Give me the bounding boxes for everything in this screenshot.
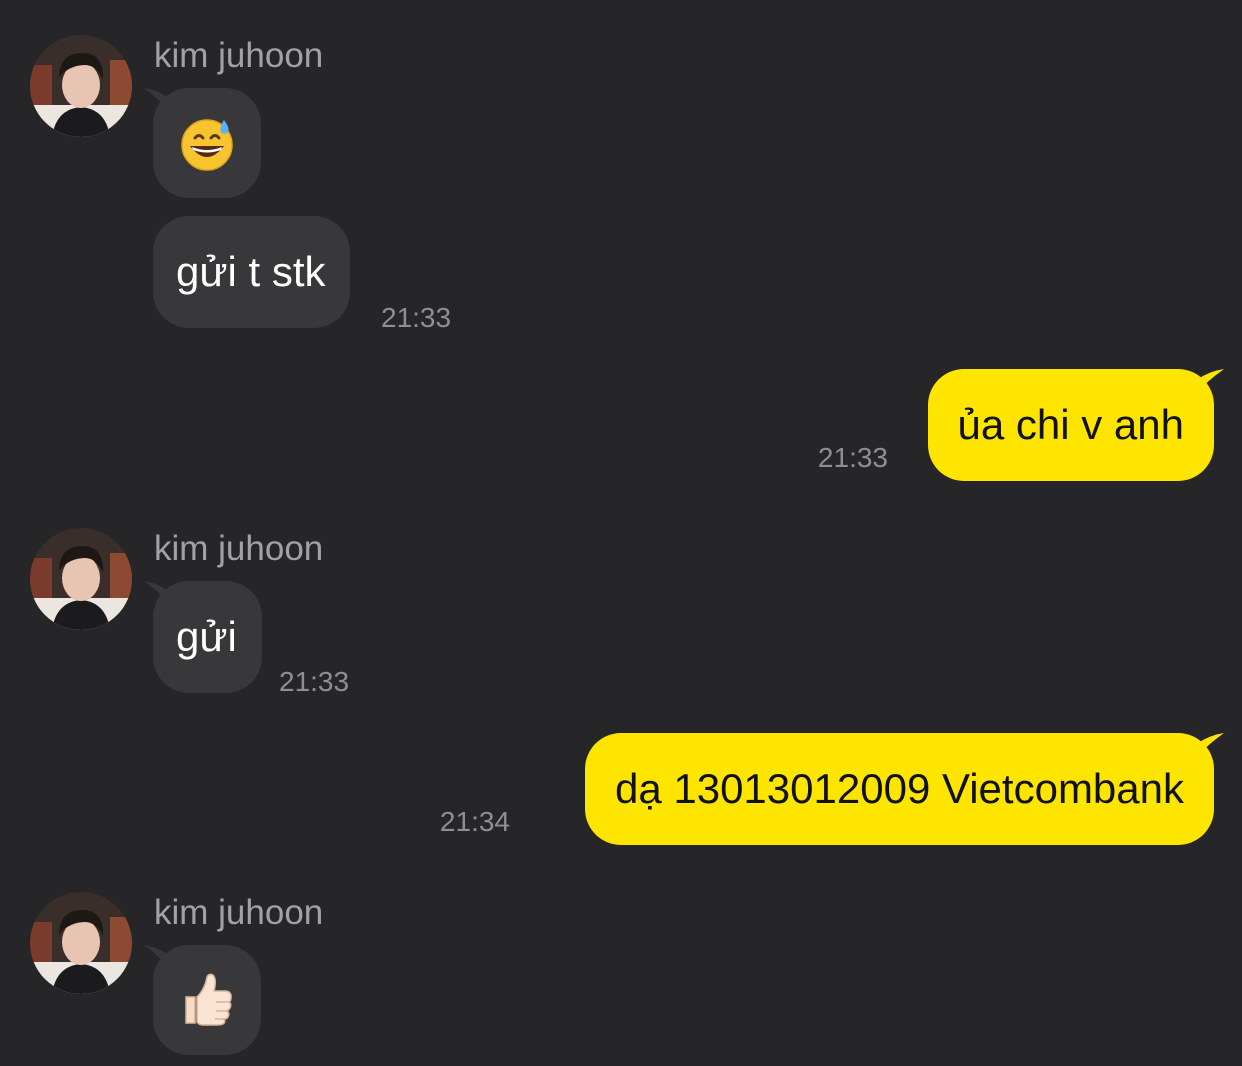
message-text: gửi (176, 613, 237, 660)
message-bubble-emoji[interactable] (153, 88, 261, 198)
avatar[interactable] (30, 892, 132, 994)
message-bubble[interactable]: gửi (153, 581, 262, 693)
message-timestamp: 21:33 (381, 302, 452, 333)
sender-name: kim juhoon (154, 529, 324, 568)
message-bubble[interactable]: dạ 13013012009 Vietcombank (584, 733, 1214, 845)
grinning-sweat-emoji (178, 114, 236, 172)
thumbs-up-emoji (178, 971, 236, 1029)
message-timestamp: 21:33 (817, 442, 888, 473)
message-text: ủa chi v anh (957, 401, 1185, 448)
message-text: dạ 13013012009 Vietcombank (614, 765, 1184, 812)
avatar[interactable] (30, 35, 132, 137)
message-timestamp: 21:34 (439, 806, 510, 837)
avatar-photo (30, 892, 132, 994)
chat-screen: kim juhoon gửi t stk 21:33 ủa chi v anh … (0, 0, 1242, 1066)
avatar[interactable] (30, 528, 132, 630)
avatar-photo (30, 35, 132, 137)
sender-name: kim juhoon (154, 36, 324, 75)
message-bubble[interactable]: gửi t stk (153, 216, 351, 328)
message-bubble[interactable]: ủa chi v anh (927, 369, 1214, 481)
message-text: gửi t stk (176, 248, 326, 295)
message-timestamp: 21:33 (279, 666, 350, 697)
message-bubble-emoji[interactable] (153, 945, 261, 1055)
avatar-photo (30, 528, 132, 630)
sender-name: kim juhoon (154, 893, 324, 932)
